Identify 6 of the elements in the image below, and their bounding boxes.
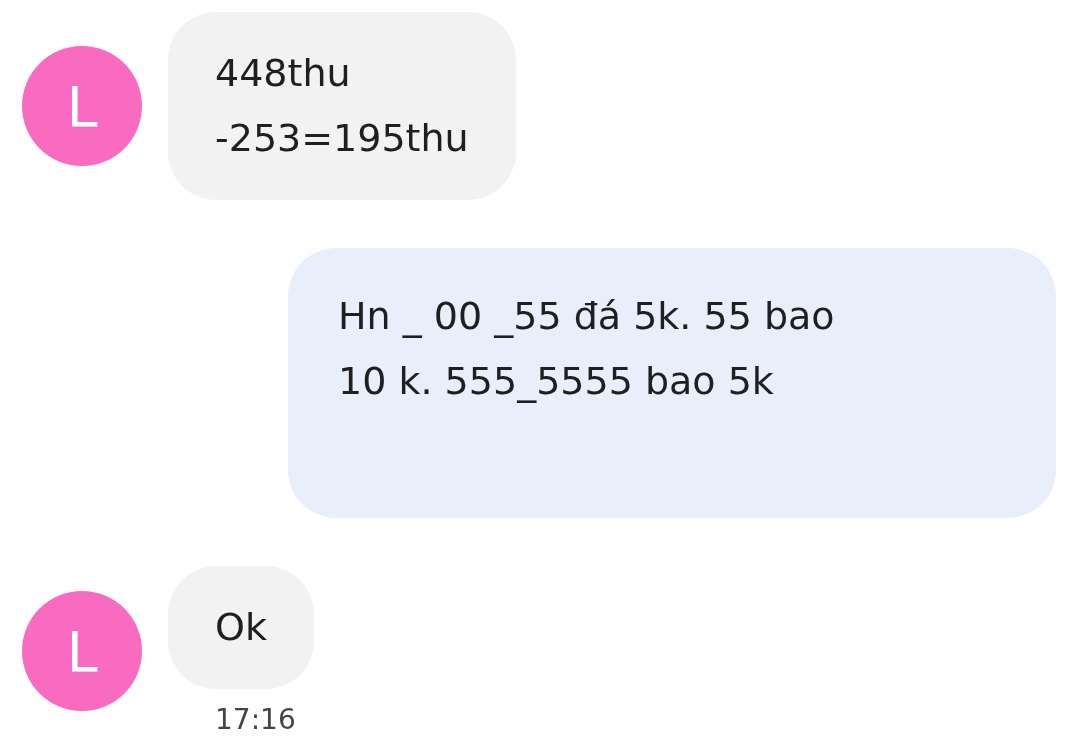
message-time: 17:16 bbox=[214, 703, 297, 736]
message-bubble: Ok bbox=[168, 566, 314, 689]
message-bubble: 448thu -253=195thu bbox=[168, 12, 516, 200]
contact-avatar[interactable]: L bbox=[22, 46, 142, 166]
message-bubble: Hn _ 00 _55 đá 5k. 55 bao 10 k. 555_5555 bao 5k bbox=[288, 248, 1056, 518]
contact-avatar[interactable]: L bbox=[22, 591, 142, 711]
